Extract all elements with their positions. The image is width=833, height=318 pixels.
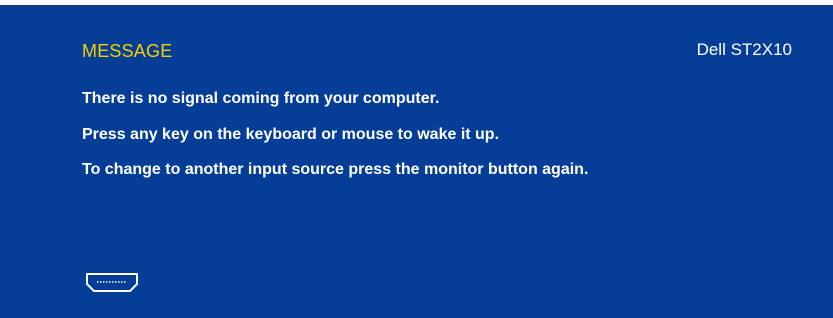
osd-message-panel: MESSAGE Dell ST2X10 There is no signal c… (0, 5, 833, 318)
monitor-model-label: Dell ST2X10 (696, 40, 792, 59)
message-line-wake: Press any key on the keyboard or mouse t… (82, 126, 500, 143)
hdmi-port-icon (85, 271, 139, 293)
message-line-change-input: To change to another input source press … (82, 161, 589, 178)
message-title: MESSAGE (82, 41, 173, 61)
message-line-no-signal: There is no signal coming from your comp… (82, 90, 440, 107)
